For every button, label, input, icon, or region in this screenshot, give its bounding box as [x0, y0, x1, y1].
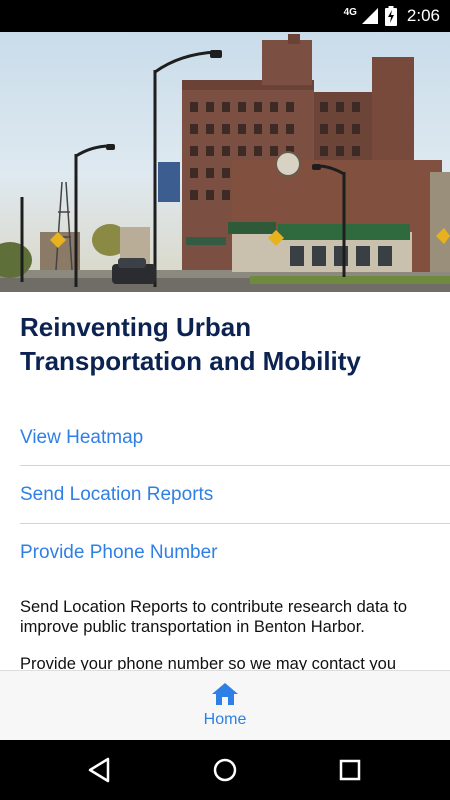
network-type: 4G — [343, 6, 357, 18]
back-icon[interactable] — [84, 754, 116, 786]
description-location-reports: Send Location Reports to contribute rese… — [20, 598, 408, 636]
view-heatmap-link[interactable]: View Heatmap — [20, 409, 430, 466]
provide-phone-number-link[interactable]: Provide Phone Number — [20, 524, 430, 581]
description-phone-number: Provide your phone number so we may cont… — [20, 655, 397, 670]
recents-icon[interactable] — [334, 754, 366, 786]
page-title: Reinventing Urban Transportation and Mob… — [20, 312, 361, 376]
bottom-tab-bar: Home — [0, 670, 450, 740]
system-nav-bar — [0, 740, 450, 800]
signal-icon — [361, 8, 378, 24]
home-icon — [212, 683, 238, 705]
tab-home-label: Home — [203, 711, 247, 728]
send-location-reports-link[interactable]: Send Location Reports — [20, 466, 430, 523]
battery-charging-icon — [384, 6, 397, 26]
main-content: Reinventing Urban Transportation and Mob… — [0, 292, 450, 670]
circle-home-icon[interactable] — [209, 754, 241, 786]
hero-image — [0, 32, 450, 292]
tab-home[interactable]: Home — [175, 671, 275, 741]
clock: 2:06 — [406, 6, 440, 25]
status-bar: 4G 2:06 — [0, 0, 450, 32]
